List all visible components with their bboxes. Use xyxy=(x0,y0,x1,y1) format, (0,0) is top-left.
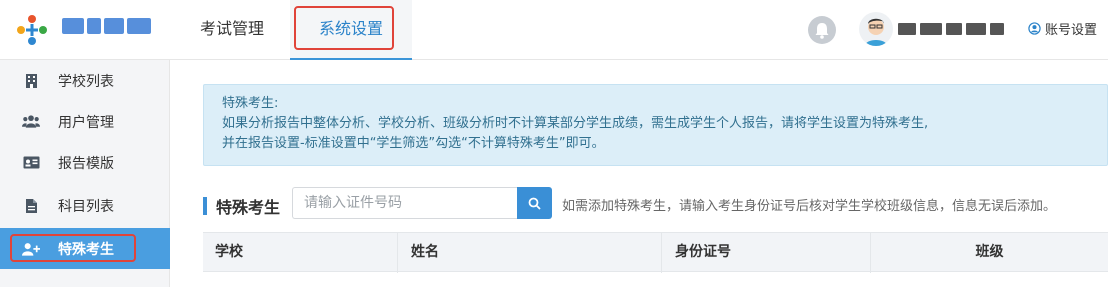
column-header-name: 姓名 xyxy=(397,233,661,273)
sidebar-item-label: 学校列表 xyxy=(58,73,114,90)
sidebar-item-user-management[interactable]: 用户管理 xyxy=(0,101,170,142)
file-icon xyxy=(22,197,40,215)
bell-icon[interactable] xyxy=(808,16,836,44)
nav-tab-exam-management[interactable]: 考试管理 xyxy=(178,0,286,60)
avatar[interactable] xyxy=(859,12,893,46)
sidebar-item-label: 报告模版 xyxy=(58,155,114,172)
highlight-box-system-settings xyxy=(294,6,394,50)
column-header-id-number: 身份证号 xyxy=(661,233,870,273)
brand-name-blurred xyxy=(62,18,156,40)
sidebar-item-label: 科目列表 xyxy=(58,198,114,215)
users-icon xyxy=(22,113,40,131)
notice-title: 特殊考生: xyxy=(222,96,279,111)
notice-line-2: 并在报告设置-标准设置中“学生筛选”勾选“不计算特殊考生”即可。 xyxy=(222,136,605,151)
building-icon xyxy=(22,72,40,90)
app-logo[interactable] xyxy=(14,12,50,48)
sidebar-item-subject-list[interactable]: 科目列表 xyxy=(0,185,170,226)
table-header: 学校 姓名 身份证号 班级 xyxy=(203,232,1108,273)
sidebar-item-report-template[interactable]: 报告模版 xyxy=(0,142,170,183)
section-title: 特殊考生 xyxy=(216,198,281,217)
id-number-search-input[interactable] xyxy=(292,187,518,219)
notice-line-1: 如果分析报告中整体分析、学校分析、班级分析时不计算某部分学生成绩，需生成学生个人… xyxy=(222,116,929,131)
user-circle-icon xyxy=(1028,22,1041,35)
section-accent-bar xyxy=(203,197,207,215)
top-header: 考试管理 系统设置 账号设置 xyxy=(0,0,1108,60)
id-card-icon xyxy=(22,154,40,172)
account-settings-link[interactable]: 账号设置 xyxy=(1028,19,1097,38)
account-settings-label: 账号设置 xyxy=(1045,23,1098,38)
sidebar: 学校列表 用户管理 报告模版 科目列表 特殊考生 xyxy=(0,60,170,287)
sidebar-item-school-list[interactable]: 学校列表 xyxy=(0,60,170,101)
info-notice: 特殊考生: 如果分析报告中整体分析、学校分析、班级分析时不计算某部分学生成绩，需… xyxy=(203,84,1108,166)
sidebar-item-label: 用户管理 xyxy=(58,114,114,131)
username-blurred xyxy=(898,20,1012,38)
search-button[interactable] xyxy=(517,187,552,219)
search-icon xyxy=(528,197,541,210)
add-hint-text: 如需添加特殊考生，请输入考生身份证号后核对学生学校班级信息，信息无误后添加。 xyxy=(562,199,1057,214)
column-header-school: 学校 xyxy=(215,244,243,260)
highlight-box-special-students xyxy=(10,234,136,262)
column-header-class: 班级 xyxy=(870,233,1108,273)
